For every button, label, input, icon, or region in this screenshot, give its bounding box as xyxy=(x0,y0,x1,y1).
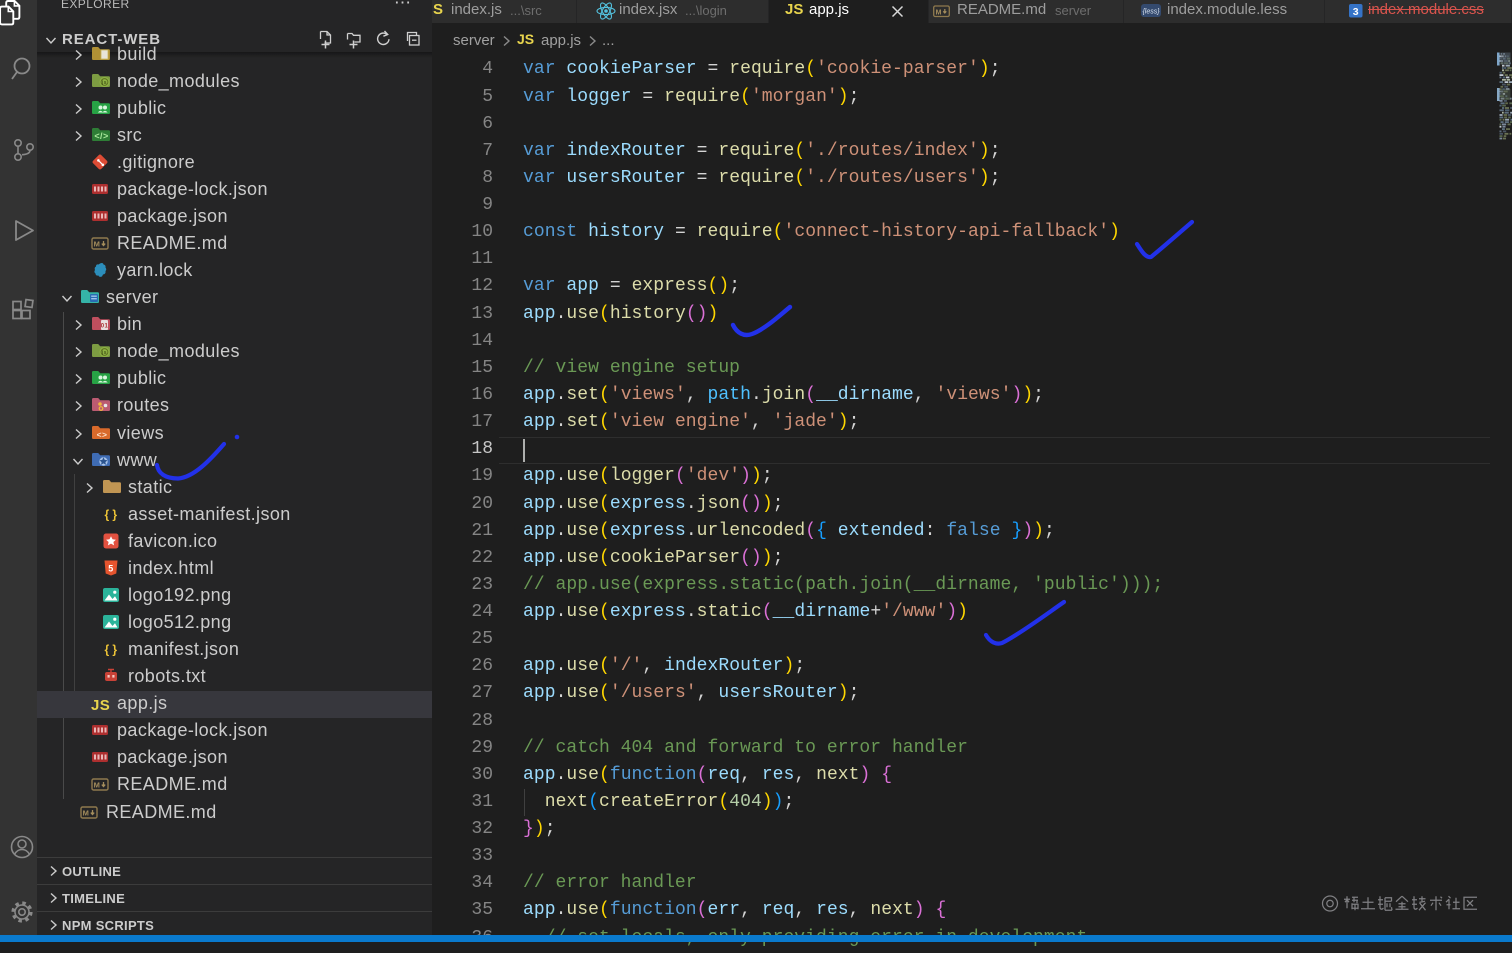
svg-text:M: M xyxy=(936,10,942,17)
svg-text:{less}: {less} xyxy=(1142,9,1160,16)
svg-text:{ }: { } xyxy=(105,507,118,521)
svg-text:M: M xyxy=(94,781,101,790)
svg-text:</>: </> xyxy=(94,131,108,141)
svg-text:5: 5 xyxy=(108,563,113,573)
svg-text:M: M xyxy=(83,808,90,817)
svg-text:01: 01 xyxy=(101,324,109,330)
svg-text:{ }: { } xyxy=(105,643,118,657)
svg-text:3: 3 xyxy=(1353,6,1359,18)
svg-text:js: js xyxy=(101,350,107,356)
svg-text:M: M xyxy=(94,240,101,249)
svg-text:<>: <> xyxy=(97,429,108,439)
svg-text:js: js xyxy=(101,80,107,86)
